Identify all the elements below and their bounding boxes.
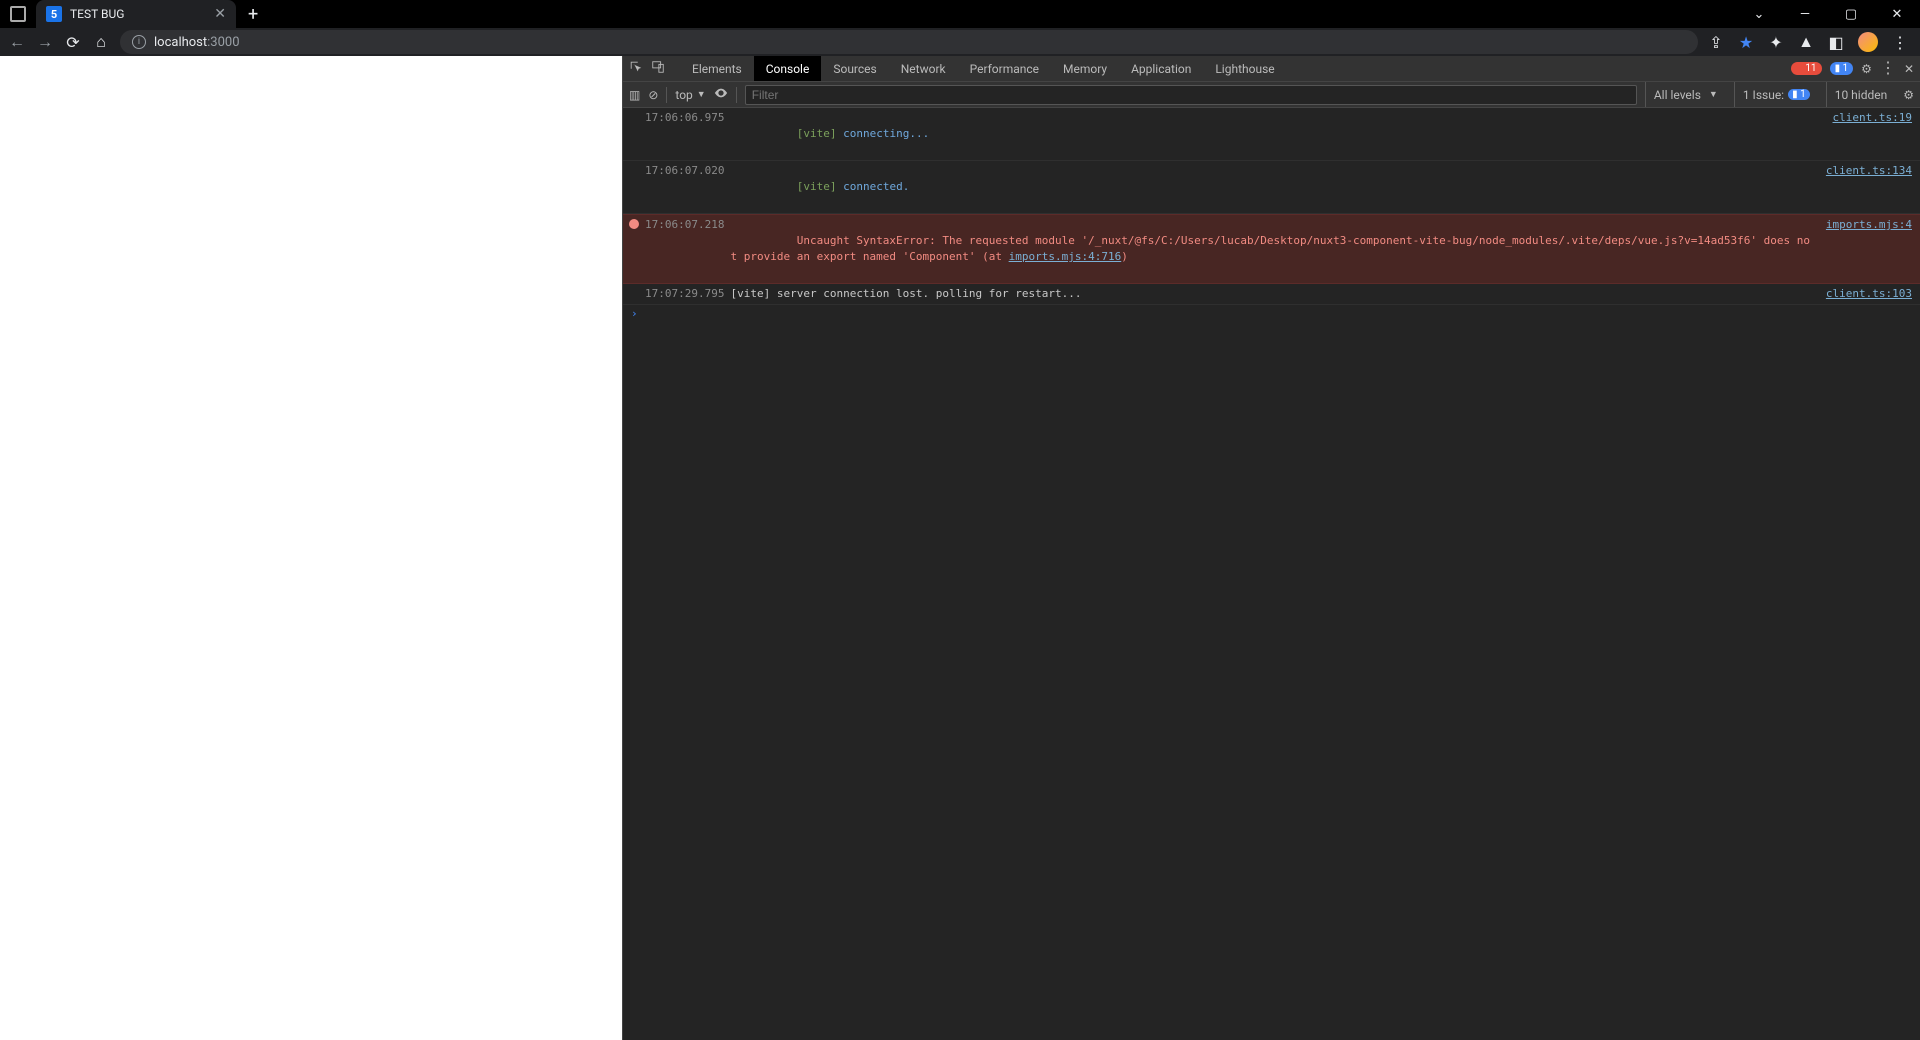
- tab-console[interactable]: Console: [754, 56, 822, 81]
- log-timestamp: 17:06:07.020: [645, 163, 724, 179]
- toolbar-right: ⇪ ★ ✦ ▲ ◧: [1708, 32, 1912, 52]
- toggle-console-sidebar-icon[interactable]: ▥: [629, 88, 640, 102]
- chevron-down-icon[interactable]: ⌄: [1736, 0, 1782, 28]
- reload-button[interactable]: ⟳: [64, 33, 82, 51]
- console-output[interactable]: 17:06:06.975 [vite] connecting... client…: [623, 108, 1920, 1040]
- new-tab-button[interactable]: +: [236, 4, 270, 25]
- address-bar: ← → ⟳ ⌂ i localhost:3000 ⇪ ★ ✦ ▲ ◧: [0, 28, 1920, 56]
- tab-network[interactable]: Network: [889, 56, 958, 81]
- devtools-tabbar: Elements Console Sources Network Perform…: [623, 56, 1920, 82]
- log-source-link[interactable]: client.ts:103: [1826, 286, 1912, 302]
- error-source-link[interactable]: imports.mjs:4:716: [1009, 250, 1122, 263]
- hidden-messages-label[interactable]: 10 hidden: [1826, 82, 1896, 107]
- page-viewport[interactable]: [0, 56, 622, 1040]
- bookmark-star-icon[interactable]: ★: [1738, 33, 1754, 52]
- menu-icon[interactable]: [1892, 40, 1908, 45]
- log-row[interactable]: 17:07:29.795 [vite] server connection lo…: [623, 284, 1920, 305]
- content-area: Elements Console Sources Network Perform…: [0, 56, 1920, 1040]
- log-message: [vite] connected.: [730, 163, 1815, 211]
- tab-search-button[interactable]: [0, 0, 36, 28]
- url-host: localhost: [154, 35, 207, 50]
- tab-elements[interactable]: Elements: [680, 56, 754, 81]
- omnibox[interactable]: i localhost:3000: [120, 30, 1698, 54]
- maximize-button[interactable]: ▢: [1828, 0, 1874, 28]
- log-message: [vite] server connection lost. polling f…: [730, 286, 1815, 302]
- log-source-link[interactable]: imports.mjs:4: [1826, 217, 1912, 233]
- profile-icon[interactable]: ▲: [1798, 32, 1814, 52]
- console-filter-input[interactable]: [745, 85, 1637, 105]
- window-controls: ⌄ — ▢ ✕: [1736, 0, 1920, 28]
- log-source-link[interactable]: client.ts:134: [1826, 163, 1912, 179]
- tab-performance[interactable]: Performance: [958, 56, 1051, 81]
- clear-console-icon[interactable]: ⊘: [648, 88, 658, 102]
- minimize-button[interactable]: —: [1782, 0, 1828, 28]
- home-button[interactable]: ⌂: [92, 33, 110, 51]
- share-icon[interactable]: ⇪: [1708, 33, 1724, 52]
- devtools-settings-icon[interactable]: ⚙: [1861, 62, 1872, 76]
- execution-context-dropdown[interactable]: top ▼: [675, 88, 705, 102]
- tab-sources[interactable]: Sources: [821, 56, 888, 81]
- devtools-close-icon[interactable]: ✕: [1904, 62, 1914, 76]
- log-timestamp: 17:06:07.218: [645, 217, 724, 233]
- browser-titlebar: 5 TEST BUG ✕ + ⌄ — ▢ ✕: [0, 0, 1920, 28]
- tab-title: TEST BUG: [70, 7, 206, 21]
- console-settings-icon[interactable]: ⚙: [1903, 88, 1914, 102]
- log-timestamp: 17:06:06.975: [645, 110, 724, 126]
- console-prompt[interactable]: ›: [623, 305, 1920, 322]
- log-row[interactable]: 17:06:06.975 [vite] connecting... client…: [623, 108, 1920, 161]
- log-message: Uncaught SyntaxError: The requested modu…: [730, 217, 1815, 281]
- log-timestamp: 17:07:29.795: [645, 286, 724, 302]
- tab-application[interactable]: Application: [1119, 56, 1203, 81]
- log-message: [vite] connecting...: [730, 110, 1822, 158]
- devtools-panel: Elements Console Sources Network Perform…: [622, 56, 1920, 1040]
- devtools-menu-icon[interactable]: [1880, 65, 1896, 72]
- tab-favicon: 5: [46, 6, 62, 22]
- site-info-icon[interactable]: i: [132, 35, 146, 49]
- log-row-error[interactable]: 17:06:07.218 Uncaught SyntaxError: The r…: [623, 214, 1920, 284]
- close-window-button[interactable]: ✕: [1874, 0, 1920, 28]
- avatar[interactable]: [1858, 32, 1878, 52]
- forward-button[interactable]: →: [36, 33, 54, 51]
- url-port: :3000: [207, 35, 239, 50]
- live-expression-icon[interactable]: [714, 86, 728, 103]
- back-button[interactable]: ←: [8, 33, 26, 51]
- tab-memory[interactable]: Memory: [1051, 56, 1119, 81]
- log-levels-dropdown[interactable]: All levels▼: [1645, 82, 1726, 107]
- tab-close-icon[interactable]: ✕: [214, 6, 226, 22]
- inspect-element-icon[interactable]: [629, 60, 643, 77]
- log-row[interactable]: 17:06:07.020 [vite] connected. client.ts…: [623, 161, 1920, 214]
- browser-tab[interactable]: 5 TEST BUG ✕: [36, 0, 236, 28]
- toggle-device-icon[interactable]: [651, 60, 665, 77]
- sidepanel-icon[interactable]: ◧: [1828, 33, 1844, 52]
- log-source-link[interactable]: client.ts:19: [1833, 110, 1912, 126]
- tabs-area: 5 TEST BUG ✕ +: [0, 0, 270, 28]
- extensions-icon[interactable]: ✦: [1768, 33, 1784, 52]
- error-count-badge[interactable]: 11: [1791, 62, 1821, 75]
- info-count-badge[interactable]: ▮ 1: [1830, 62, 1854, 75]
- console-toolbar: ▥ ⊘ top ▼ All levels▼ 1 Issue: ▮ 1 10 hi…: [623, 82, 1920, 108]
- issues-button[interactable]: 1 Issue: ▮ 1: [1734, 82, 1818, 107]
- tab-lighthouse[interactable]: Lighthouse: [1203, 56, 1286, 81]
